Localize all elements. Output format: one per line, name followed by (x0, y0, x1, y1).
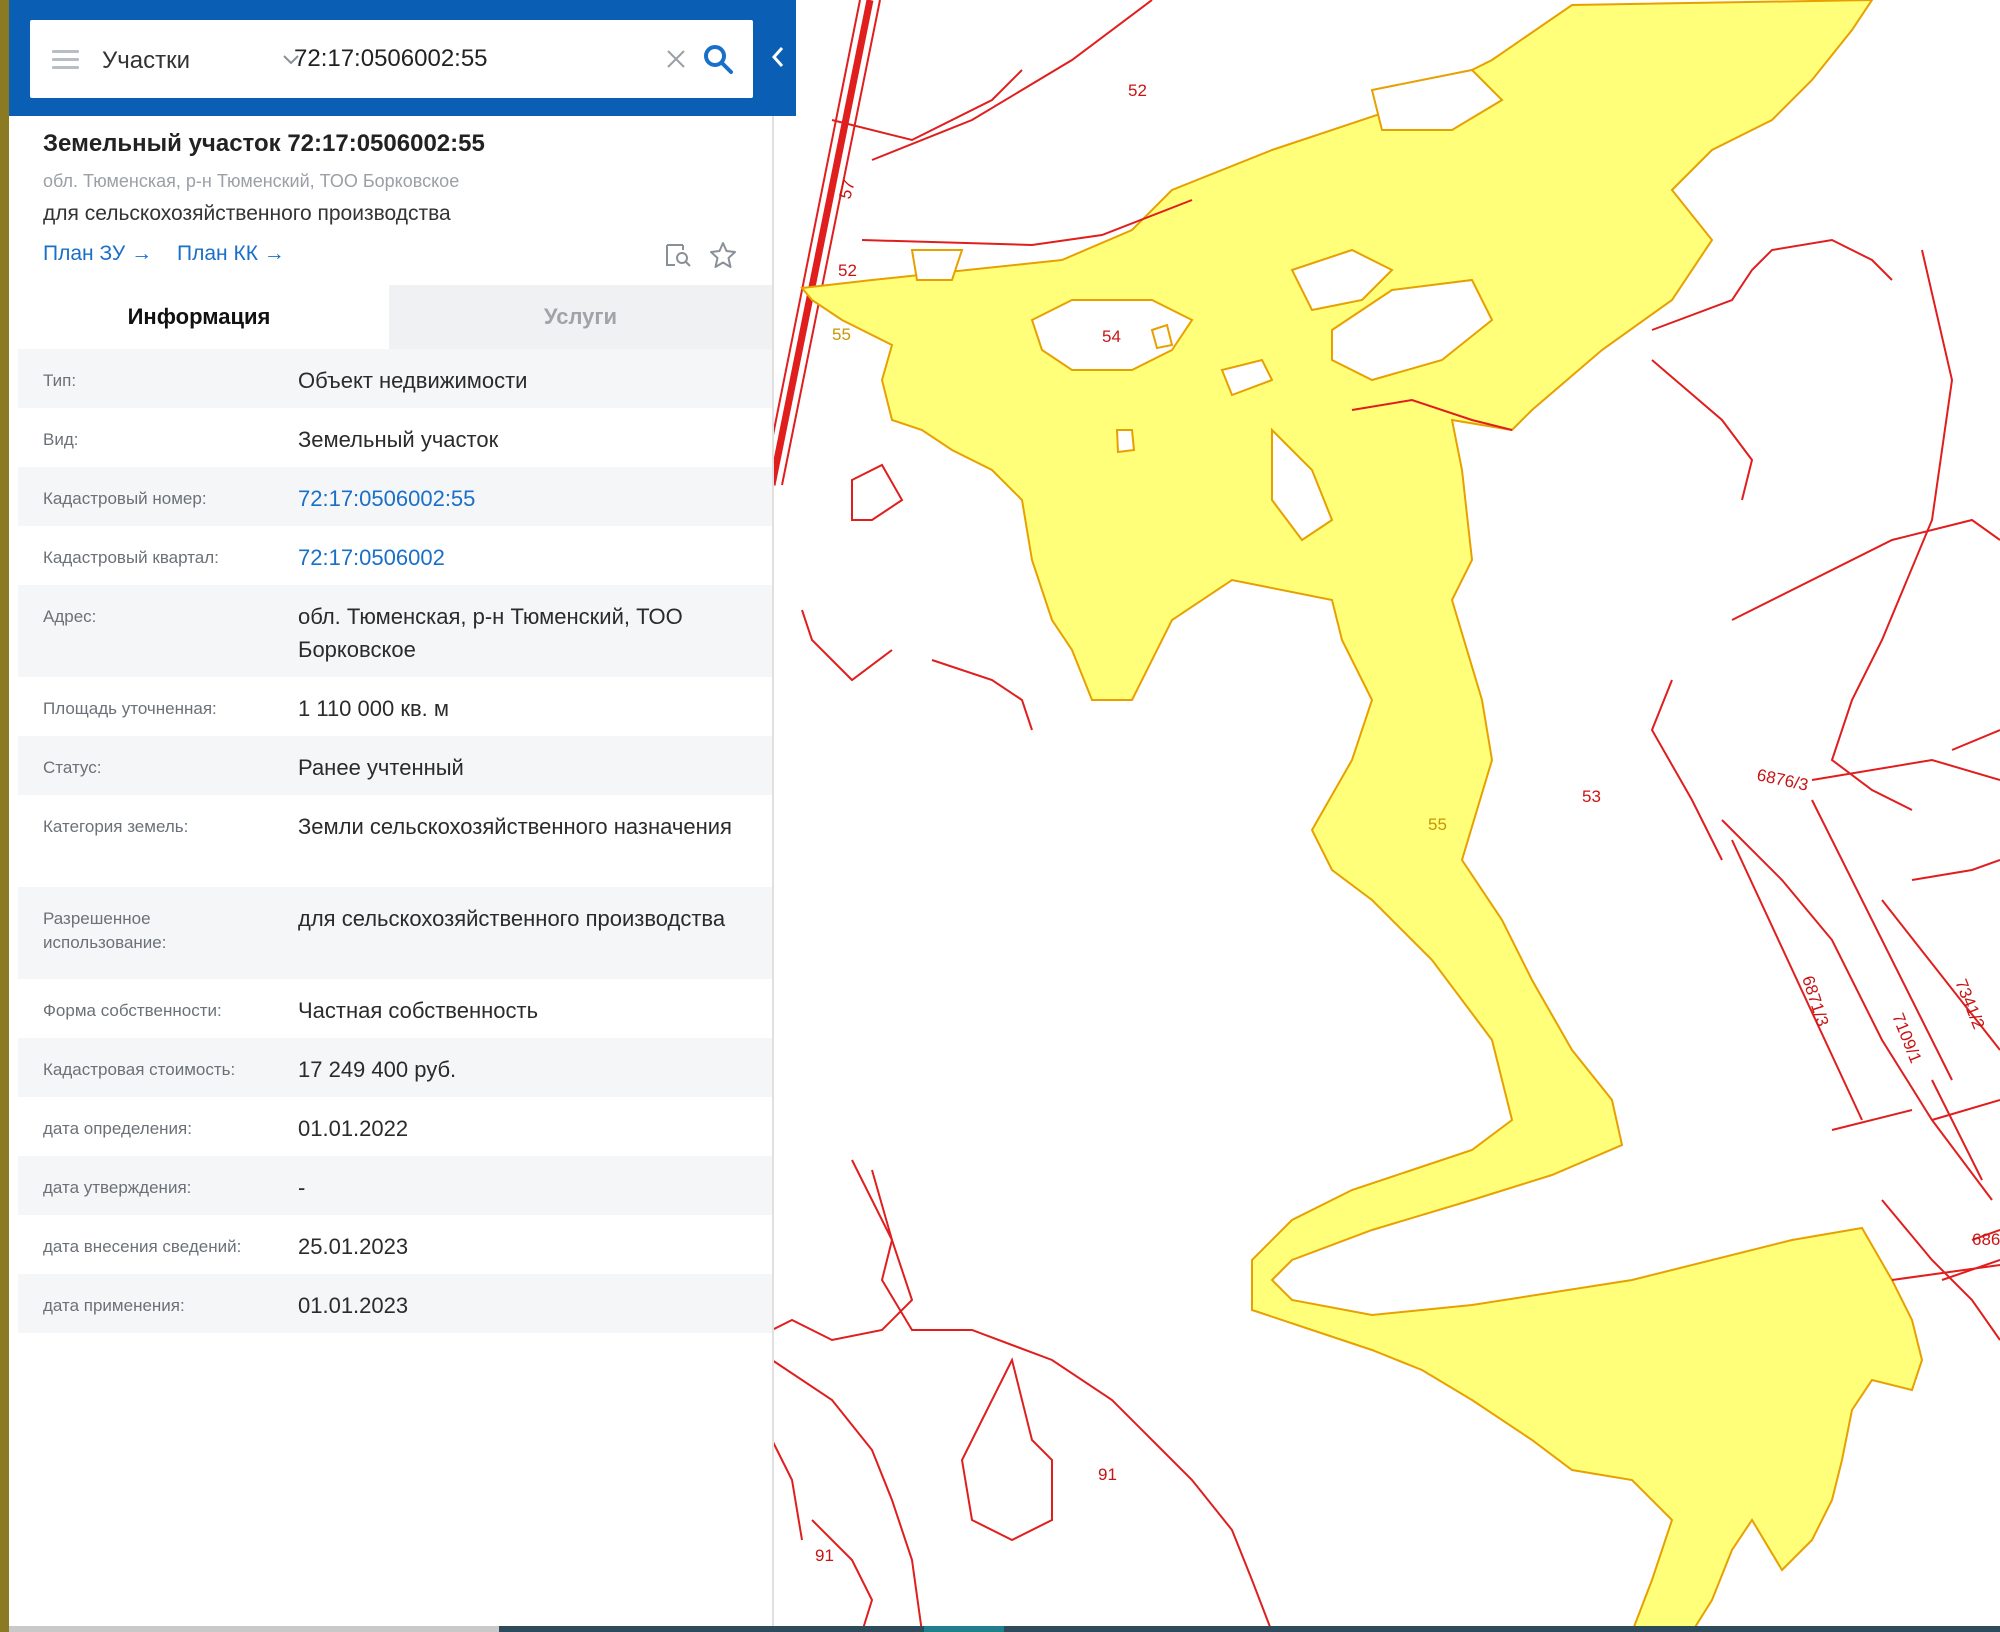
map-label: 6876/3 (1755, 765, 1810, 794)
info-value: Частная собственность (298, 998, 539, 1023)
parcel-use: для сельскохозяйственного производства (43, 202, 451, 225)
map-label: 55 (832, 325, 851, 344)
map-canvas[interactable]: 52 52 57 55 54 55 53 6876/3 6871/3 7109/… (772, 0, 2000, 1632)
info-label: Кадастровый номер: (43, 489, 207, 508)
info-label: Форма собственности: (43, 1001, 222, 1020)
info-row-cadastral-quarter: Кадастровый квартал: 72:17:0506002 (18, 526, 772, 585)
status-strip (9, 1626, 2000, 1632)
window-edge (0, 0, 9, 1632)
info-row-cadastral-value: Кадастровая стоимость: 17 249 400 руб. (18, 1038, 772, 1097)
info-label: Разрешенное использование: (43, 909, 167, 952)
search-input[interactable] (294, 38, 624, 80)
info-value: Земельный участок (298, 427, 499, 452)
info-label: дата утверждения: (43, 1178, 192, 1197)
parcel-address: обл. Тюменская, р-н Тюменский, ТОО Борко… (43, 171, 460, 191)
info-panel: Участки Земельный участок 72:17:0506002:… (9, 0, 796, 1626)
info-row-kind: Вид: Земельный участок (18, 408, 772, 467)
search-bar: Участки (9, 0, 796, 116)
map-label: 54 (1102, 327, 1121, 346)
parcel-title: Земельный участок 72:17:0506002:55 (43, 130, 485, 157)
map-label: 6871/3 (1798, 973, 1832, 1028)
strip-segment (499, 1626, 924, 1632)
tabs: Информация Услуги (9, 285, 772, 349)
info-row-application-date: дата применения: 01.01.2023 (18, 1274, 772, 1333)
cadastral-quarter-link[interactable]: 72:17:0506002 (298, 541, 758, 574)
map-label: 55 (1428, 815, 1447, 834)
info-label: дата определения: (43, 1119, 192, 1138)
info-label: Вид: (43, 430, 79, 449)
info-row-entry-date: дата внесения сведений: 25.01.2023 (18, 1215, 772, 1274)
info-value: Земли сельскохозяйственного назначения (298, 814, 732, 839)
layer-select-label: Участки (102, 47, 190, 74)
info-value: 1 110 000 кв. м (298, 696, 450, 721)
info-row-permitted-use: Разрешенное использование: для сельскохо… (18, 887, 772, 979)
info-table: Тип: Объект недвижимости Вид: Земельный … (18, 349, 772, 1333)
strip-segment (1004, 1626, 2000, 1632)
search-box: Участки (30, 20, 753, 98)
info-label: дата внесения сведений: (43, 1237, 242, 1256)
info-value: обл. Тюменская, р-н Тюменский, ТОО Борко… (298, 604, 683, 662)
info-row-approval-date: дата утверждения: - (18, 1156, 772, 1215)
info-value: 01.01.2022 (298, 1116, 409, 1141)
info-value: - (298, 1175, 306, 1200)
menu-icon[interactable] (50, 46, 80, 72)
info-label: Категория земель: (43, 817, 189, 836)
info-row-status: Статус: Ранее учтенный (18, 736, 772, 795)
tab-info[interactable]: Информация (9, 285, 389, 349)
info-label: Тип: (43, 371, 77, 390)
selected-parcel[interactable] (800, 0, 1924, 1632)
layer-select[interactable]: Участки (102, 39, 307, 79)
search-icon[interactable] (702, 43, 734, 75)
info-row-type: Тип: Объект недвижимости (18, 349, 772, 408)
map-label: 7341/2 (1951, 976, 1988, 1031)
info-value: для сельскохозяйственного производства (298, 906, 726, 931)
map-label: 57 (836, 178, 859, 201)
find-on-map-icon[interactable] (663, 240, 693, 270)
map-label: 52 (838, 261, 857, 280)
map-label: 91 (815, 1546, 834, 1565)
info-value: 25.01.2023 (298, 1234, 409, 1259)
info-label: Адрес: (43, 607, 97, 626)
map-label: 91 (1098, 1465, 1117, 1484)
plan-kk-link[interactable]: План КК → (177, 242, 285, 266)
map-label: 686 (1972, 1230, 2000, 1249)
info-row-land-category: Категория земель: Земли сельскохозяйстве… (18, 795, 772, 887)
map-label: 53 (1582, 787, 1601, 806)
info-row-cadastral-number: Кадастровый номер: 72:17:0506002:55 (18, 467, 772, 526)
info-value: Ранее учтенный (298, 755, 464, 780)
plan-zu-link[interactable]: План ЗУ → (43, 242, 152, 266)
info-value: 01.01.2023 (298, 1293, 409, 1318)
info-label: Кадастровая стоимость: (43, 1060, 236, 1079)
info-row-determination-date: дата определения: 01.01.2022 (18, 1097, 772, 1156)
tab-services[interactable]: Услуги (389, 285, 772, 349)
star-icon[interactable] (708, 240, 738, 270)
info-row-address: Адрес: обл. Тюменская, р-н Тюменский, ТО… (18, 585, 772, 677)
info-value: Объект недвижимости (298, 368, 528, 393)
info-label: Статус: (43, 758, 102, 777)
info-value: 17 249 400 руб. (298, 1057, 457, 1082)
info-label: Площадь уточненная: (43, 699, 217, 718)
parcel-header: Земельный участок 72:17:0506002:55 обл. … (9, 116, 772, 284)
info-label: Кадастровый квартал: (43, 548, 219, 567)
clear-icon[interactable] (665, 48, 687, 70)
cadastral-number-link[interactable]: 72:17:0506002:55 (298, 482, 758, 515)
map-label: 52 (1128, 81, 1147, 100)
cadastral-map[interactable]: 52 52 57 55 54 55 53 6876/3 6871/3 7109/… (772, 0, 2000, 1632)
info-label: дата применения: (43, 1296, 185, 1315)
info-row-area: Площадь уточненная: 1 110 000 кв. м (18, 677, 772, 736)
info-row-ownership: Форма собственности: Частная собственнос… (18, 979, 772, 1038)
collapse-icon[interactable] (766, 42, 790, 72)
strip-segment (924, 1626, 1004, 1632)
